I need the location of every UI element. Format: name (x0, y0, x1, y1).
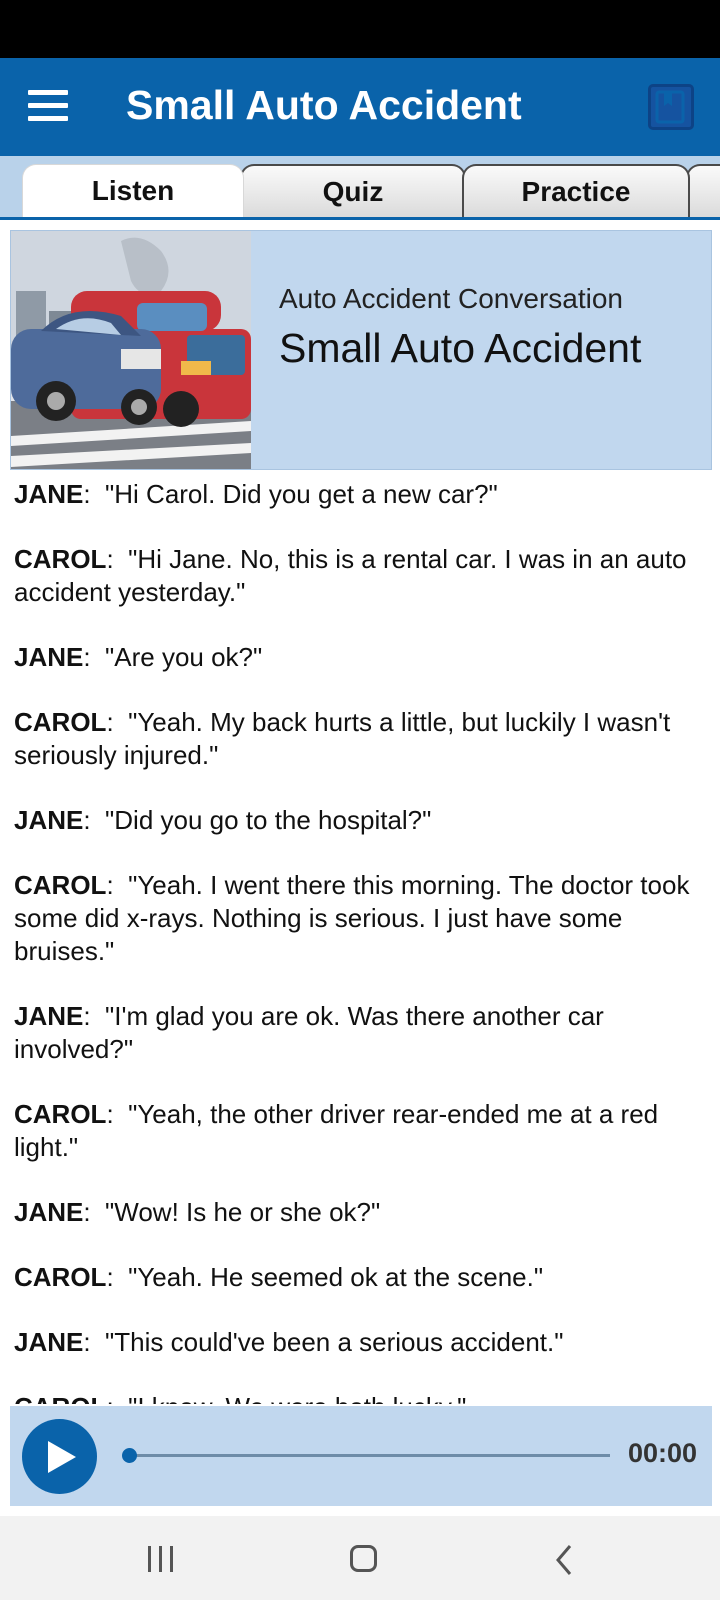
dialogue-line: CAROL: "Hi Jane. No, this is a rental ca… (14, 544, 687, 607)
dialogue-line: CAROL: "I know. We were both lucky." (14, 1391, 704, 1404)
speaker-name: CAROL (14, 1099, 107, 1129)
speaker-name: JANE (14, 1327, 84, 1357)
status-bar (0, 0, 720, 58)
dialogue-line: CAROL: "Yeah. He seemed ok at the scene.… (14, 1262, 544, 1292)
tab-more[interactable] (686, 164, 720, 217)
dialogue-line: JANE: "Are you ok?" (14, 642, 263, 672)
play-icon (48, 1441, 76, 1473)
line-text: "Hi Carol. Did you get a new car?" (105, 479, 498, 509)
tab-listen[interactable]: Listen (22, 164, 244, 217)
home-icon[interactable] (350, 1545, 377, 1572)
system-nav-bar (0, 1516, 720, 1600)
seek-knob[interactable] (122, 1448, 137, 1463)
speaker-name: JANE (14, 805, 84, 835)
line-text: "Yeah. I went there this morning. The do… (14, 870, 690, 966)
line-text: "I'm glad you are ok. Was there another … (14, 1001, 604, 1064)
line-text: "Yeah, the other driver rear-ended me at… (14, 1099, 659, 1162)
line-text: "Yeah. He seemed ok at the scene." (128, 1262, 544, 1292)
dialogue-line: CAROL: "Yeah. My back hurts a little, bu… (14, 707, 671, 770)
speaker-name: JANE (14, 642, 84, 672)
play-button[interactable] (22, 1419, 97, 1494)
dialogue-line: JANE: "Did you go to the hospital?" (14, 805, 432, 835)
back-icon[interactable] (554, 1544, 574, 1576)
lesson-title: Small Auto Accident (279, 325, 642, 371)
dialogue-line: JANE: "Wow! Is he or she ok?" (14, 1197, 381, 1227)
app-title: Small Auto Accident (126, 82, 522, 128)
speaker-name: CAROL (14, 707, 107, 737)
dialogue-transcript[interactable]: JANE: "Hi Carol. Did you get a new car?"… (14, 478, 704, 1404)
dialogue-line: CAROL: "Yeah. I went there this morning.… (14, 870, 690, 966)
tab-strip: Listen Quiz Practice (0, 156, 720, 220)
seek-bar[interactable] (130, 1454, 610, 1457)
speaker-name: JANE (14, 1001, 84, 1031)
line-text: "This could've been a serious accident." (105, 1327, 564, 1357)
speaker-name: JANE (14, 1197, 84, 1227)
speaker-name: CAROL (14, 1392, 106, 1404)
tab-quiz[interactable]: Quiz (240, 164, 466, 217)
dialogue-line: CAROL: "Yeah, the other driver rear-ende… (14, 1099, 659, 1162)
elapsed-time: 00:00 (628, 1438, 698, 1468)
line-text: "I know. We were both lucky." (128, 1392, 466, 1404)
app-bar: Small Auto Accident (0, 58, 720, 156)
tab-practice[interactable]: Practice (462, 164, 690, 217)
book-icon[interactable] (648, 84, 694, 130)
recents-icon[interactable] (148, 1546, 181, 1577)
lesson-header: Auto Accident Conversation Small Auto Ac… (10, 230, 712, 470)
line-text: "Hi Jane. No, this is a rental car. I wa… (14, 544, 687, 607)
line-text: "Wow! Is he or she ok?" (105, 1197, 381, 1227)
hamburger-menu-icon[interactable] (28, 88, 68, 124)
speaker-name: CAROL (14, 1262, 107, 1292)
car-accident-illustration (11, 231, 251, 469)
line-text: "Are you ok?" (105, 642, 263, 672)
line-text: "Did you go to the hospital?" (105, 805, 432, 835)
dialogue-line: JANE: "I'm glad you are ok. Was there an… (14, 1001, 604, 1064)
line-text: "Yeah. My back hurts a little, but lucki… (14, 707, 671, 770)
lesson-subtitle: Auto Accident Conversation (279, 283, 623, 314)
speaker-name: JANE (14, 479, 84, 509)
dialogue-line: JANE: "Hi Carol. Did you get a new car?" (14, 479, 498, 509)
audio-player: 00:00 (10, 1406, 712, 1506)
speaker-name: CAROL (14, 544, 107, 574)
speaker-name: CAROL (14, 870, 107, 900)
dialogue-line: JANE: "This could've been a serious acci… (14, 1327, 564, 1357)
